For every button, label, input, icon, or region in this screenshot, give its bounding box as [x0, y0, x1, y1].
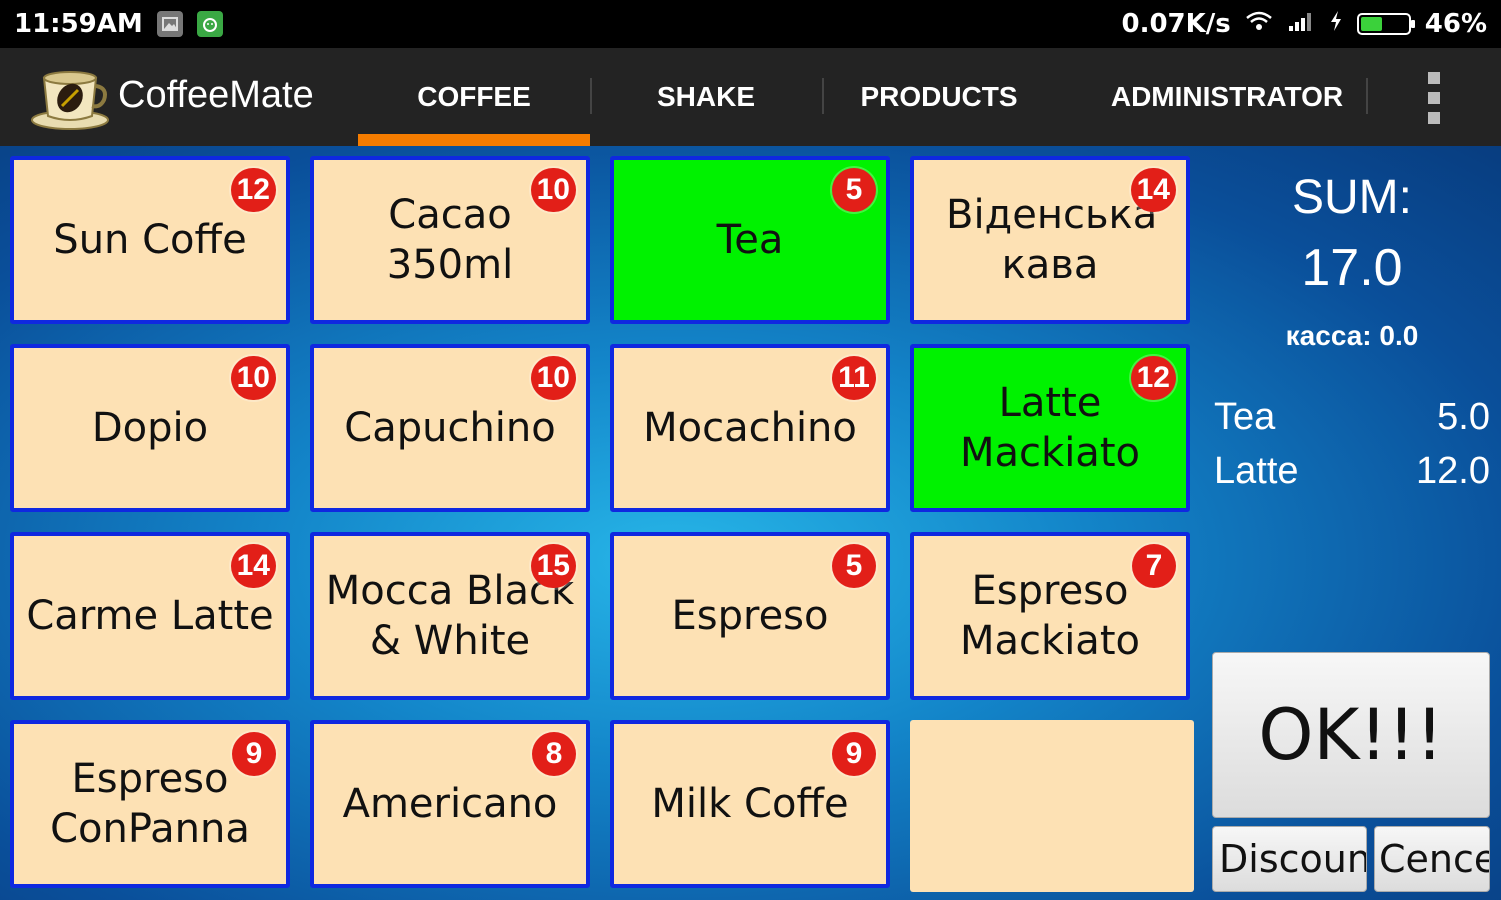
product-name: Віденська кава [946, 192, 1158, 288]
product-tile-carme-latte[interactable]: Carme Latte 14 [10, 532, 290, 700]
product-tile-cacao[interactable]: Cacao 350ml 10 [310, 156, 590, 324]
battery-level-fill [1360, 17, 1382, 31]
product-name: Carme Latte [26, 593, 274, 639]
product-tile-americano[interactable]: Americano 8 [310, 720, 590, 888]
order-line: Latte 12.0 [1214, 450, 1490, 493]
sum-total: 17.0 [1301, 239, 1403, 297]
product-count-badge: 9 [232, 732, 276, 776]
product-count-badge: 11 [832, 356, 876, 400]
product-count-badge: 7 [1132, 544, 1176, 588]
product-count-badge: 14 [1130, 168, 1176, 212]
overflow-menu-icon[interactable] [1420, 72, 1448, 124]
product-name: Sun Coffe [53, 217, 247, 263]
product-tile-espreso-conpanna[interactable]: Espreso ConPanna 9 [10, 720, 290, 888]
product-count-badge: 14 [230, 544, 276, 588]
product-tile-espreso-mackiato[interactable]: Espreso Mackiato 7 [910, 532, 1190, 700]
sum-label: SUM: [1292, 171, 1412, 224]
battery-icon [1356, 13, 1415, 35]
cash-register-total: касса: 0.0 [1285, 320, 1419, 351]
product-name: Capuchino [344, 405, 556, 451]
product-tile-espreso[interactable]: Espreso 5 [610, 532, 890, 700]
product-count-badge: 10 [530, 168, 576, 212]
product-count-badge: 10 [230, 356, 276, 400]
tab-products[interactable]: PRODUCTS [824, 48, 1054, 146]
product-name: Tea [716, 217, 784, 263]
wifi-icon [1245, 9, 1273, 39]
product-count-badge: 8 [532, 732, 576, 776]
coffee-cup-logo[interactable] [30, 64, 110, 130]
product-name: Espreso ConPanna [50, 756, 250, 852]
android-icon [196, 11, 223, 37]
product-name: Espreso Mackiato [960, 568, 1140, 664]
product-tile-sun-coffe[interactable]: Sun Coffe 12 [10, 156, 290, 324]
signal-icon [1287, 9, 1315, 39]
discount-button[interactable]: Discoun [1212, 826, 1367, 892]
product-count-badge: 5 [832, 168, 876, 212]
product-count-badge: 9 [832, 732, 876, 776]
tab-divider [1366, 78, 1368, 114]
product-tile-mocca-black-white[interactable]: Mocca Black & White 15 [310, 532, 590, 700]
order-item-price: 12.0 [1416, 450, 1490, 492]
product-count-badge: 12 [1130, 356, 1176, 400]
product-tile-capuchino[interactable]: Capuchino 10 [310, 344, 590, 512]
clock: 11:59AM [14, 9, 143, 39]
battery-percent: 46% [1424, 9, 1487, 39]
cancel-button[interactable]: Cence [1374, 826, 1490, 892]
order-item-name: Latte [1214, 450, 1299, 492]
order-item-name: Tea [1214, 396, 1276, 438]
ok-button[interactable]: OK!!! [1212, 652, 1490, 818]
tab-shake[interactable]: SHAKE [592, 48, 820, 146]
product-name: Espreso [671, 593, 829, 639]
gallery-icon [156, 11, 183, 37]
product-tile-empty[interactable] [910, 720, 1194, 892]
tab-coffee[interactable]: COFFEE [358, 48, 590, 146]
product-name: Americano [342, 781, 558, 827]
product-count-badge: 10 [530, 356, 576, 400]
product-tile-mocachino[interactable]: Mocachino 11 [610, 344, 890, 512]
charging-icon [1329, 9, 1343, 39]
product-name: Latte Mackiato [960, 380, 1140, 476]
order-item-price: 5.0 [1437, 396, 1490, 438]
order-line: Tea 5.0 [1214, 396, 1490, 439]
product-count-badge: 15 [530, 544, 576, 588]
status-bar: 11:59AM 0.07K/s 46% [0, 0, 1501, 48]
app-title: CoffeeMate [118, 74, 314, 116]
tab-administrator[interactable]: ADMINISTRATOR [1070, 48, 1384, 146]
product-name: Dopio [91, 405, 209, 451]
product-tile-milk-coffe[interactable]: Milk Coffe 9 [610, 720, 890, 888]
product-tile-tea[interactable]: Tea 5 [610, 156, 890, 324]
network-speed: 0.07K/s [1121, 9, 1231, 39]
product-name: Mocachino [643, 405, 857, 451]
product-tile-videnska-kava[interactable]: Віденська кава 14 [910, 156, 1190, 324]
product-count-badge: 5 [832, 544, 876, 588]
product-tile-latte-mackiato[interactable]: Latte Mackiato 12 [910, 344, 1190, 512]
product-count-badge: 12 [230, 168, 276, 212]
product-tile-dopio[interactable]: Dopio 10 [10, 344, 290, 512]
product-name: Milk Coffe [651, 781, 849, 827]
action-bar: CoffeeMate COFFEE SHAKE PRODUCTS ADMINIS… [0, 48, 1501, 146]
